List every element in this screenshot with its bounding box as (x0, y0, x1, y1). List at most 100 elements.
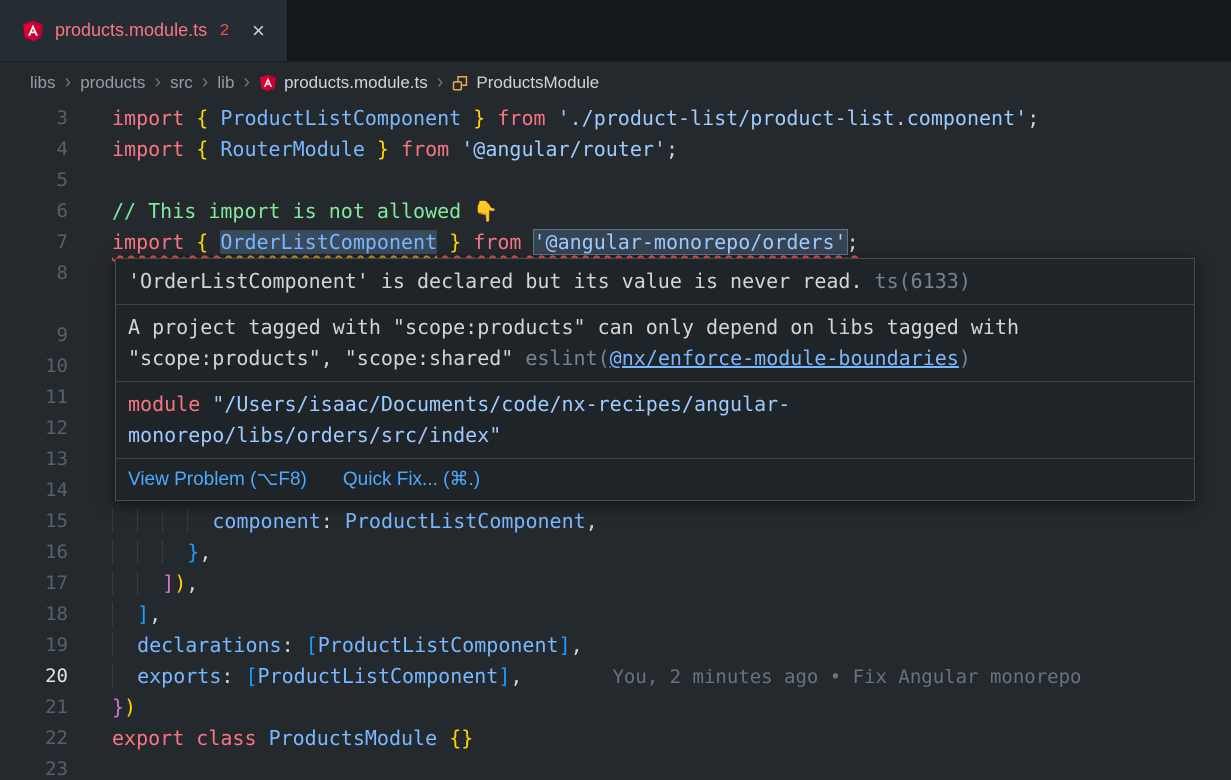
line-number[interactable]: 7 (0, 227, 68, 258)
code-token: } (187, 540, 199, 564)
code-line-19[interactable]: 19 declarations: [ProductListComponent], (0, 630, 1231, 661)
code-token: , (199, 540, 211, 564)
breadcrumb-label: libs (30, 73, 56, 93)
code-line-23[interactable]: 23 (0, 754, 1231, 780)
line-number[interactable]: 5 (0, 165, 68, 196)
line-number[interactable]: 6 (0, 196, 68, 227)
code-token: {} (449, 726, 473, 750)
code-line-3[interactable]: 3import { ProductListComponent } from '.… (0, 103, 1231, 134)
hover-messages: 'OrderListComponent' is declared but its… (116, 259, 1194, 459)
code-line-7[interactable]: 7import { OrderListComponent } from '@an… (0, 227, 1231, 258)
eslint-rule-link[interactable]: @nx/enforce-module-boundaries (610, 346, 959, 370)
hover-actions: View Problem (⌥F8) Quick Fix... (⌘.) (116, 459, 1194, 500)
line-number[interactable]: 11 (0, 382, 68, 413)
code-token: from (473, 230, 521, 254)
line-number[interactable]: 17 (0, 568, 68, 599)
code-token: ] (137, 602, 149, 626)
line-number[interactable]: 19 (0, 630, 68, 661)
line-number[interactable]: 21 (0, 692, 68, 723)
line-number[interactable]: 23 (0, 754, 68, 780)
breadcrumb-item-libs[interactable]: libs (30, 73, 56, 93)
hover-text: A project tagged with "scope:products" c… (128, 315, 1019, 339)
code-line-6[interactable]: 6// This import is not allowed 👇 (0, 196, 1231, 227)
code-token: ) (124, 695, 136, 719)
line-number[interactable]: 22 (0, 723, 68, 754)
code-line-5[interactable]: 5 (0, 165, 1231, 196)
breadcrumb-item-symbol[interactable]: ProductsModule (452, 73, 599, 93)
hover-text: "/Users/isaac/Documents/code/nx-recipes/… (212, 392, 790, 416)
close-icon[interactable]: × (252, 20, 265, 42)
line-number[interactable]: 13 (0, 444, 68, 475)
quick-fix-action[interactable]: Quick Fix... (⌘.) (343, 466, 480, 493)
code-token: from (401, 137, 449, 161)
line-number[interactable]: 18 (0, 599, 68, 630)
code-line-15[interactable]: 15 component: ProductListComponent, (0, 506, 1231, 537)
code-token: : (282, 633, 306, 657)
tab-products-module[interactable]: products.module.ts 2 × (0, 0, 288, 61)
code-token: exports (137, 664, 221, 688)
breadcrumb-label: lib (217, 73, 234, 93)
code-line-4[interactable]: 4import { RouterModule } from '@angular/… (0, 134, 1231, 165)
code-token: ; (666, 137, 678, 161)
breadcrumb-item-file[interactable]: products.module.ts (259, 73, 428, 93)
code-token (184, 726, 196, 750)
code-line-content: component: ProductListComponent, (68, 506, 1231, 537)
code-line-16[interactable]: 16 }, (0, 537, 1231, 568)
hover-text: module (128, 392, 200, 416)
breadcrumb-label: src (170, 73, 193, 93)
symbol-class-icon (452, 74, 469, 91)
code-token: { (196, 106, 208, 130)
line-number[interactable]: 9 (0, 320, 68, 351)
code-token: import (112, 106, 184, 130)
hover-text: ) (959, 346, 971, 370)
code-token (208, 230, 220, 254)
code-token (365, 137, 377, 161)
code-token (184, 230, 196, 254)
line-number[interactable]: 20 (0, 661, 68, 692)
breadcrumb-item-lib[interactable]: lib (217, 73, 234, 93)
code-token (521, 230, 533, 254)
view-problem-action[interactable]: View Problem (⌥F8) (128, 466, 307, 493)
code-line-22[interactable]: 22export class ProductsModule {} (0, 723, 1231, 754)
code-line-content: import { OrderListComponent } from '@ang… (68, 227, 1231, 258)
code-token: } (473, 106, 485, 130)
code-token: RouterModule (220, 137, 365, 161)
line-number[interactable]: 3 (0, 103, 68, 134)
breadcrumb-item-src[interactable]: src (170, 73, 193, 93)
code-token: component (212, 509, 320, 533)
code-token: { (196, 137, 208, 161)
breadcrumb-item-products[interactable]: products (80, 73, 145, 93)
code-line-20[interactable]: 20 exports: [ProductListComponent],You, … (0, 661, 1231, 692)
tab-title: products.module.ts (55, 20, 207, 41)
code-token: ProductListComponent (220, 106, 461, 130)
line-number[interactable]: 8 (0, 258, 68, 320)
code-line-content: export class ProductsModule {} (68, 723, 1231, 754)
code-token: ] (162, 571, 174, 595)
chevron-right-icon: › (437, 72, 444, 92)
line-number[interactable]: 14 (0, 475, 68, 506)
line-number[interactable]: 15 (0, 506, 68, 537)
code-token: 👇 (473, 199, 498, 223)
code-line-17[interactable]: 17 ]), (0, 568, 1231, 599)
indent-guide (112, 664, 137, 688)
code-token: ProductListComponent (318, 633, 559, 657)
code-token: , (571, 633, 583, 657)
line-number[interactable]: 16 (0, 537, 68, 568)
code-token: : (221, 664, 245, 688)
line-number[interactable]: 4 (0, 134, 68, 165)
line-number[interactable]: 10 (0, 351, 68, 382)
code-line-21[interactable]: 21}) (0, 692, 1231, 723)
git-blame-annotation: You, 2 minutes ago • Fix Angular monorep… (612, 666, 1081, 688)
code-token: , (186, 571, 198, 595)
code-line-18[interactable]: 18 ], (0, 599, 1231, 630)
code-token: ProductListComponent (258, 664, 499, 688)
code-token (208, 137, 220, 161)
line-number[interactable]: 12 (0, 413, 68, 444)
code-token (208, 106, 220, 130)
indent-guide (112, 602, 137, 626)
indent-guide (162, 509, 187, 533)
hover-popup: 'OrderListComponent' is declared but its… (115, 258, 1195, 501)
indent-guide (137, 540, 162, 564)
code-token (389, 137, 401, 161)
hover-message-3: module "/Users/isaac/Documents/code/nx-r… (116, 382, 1194, 459)
